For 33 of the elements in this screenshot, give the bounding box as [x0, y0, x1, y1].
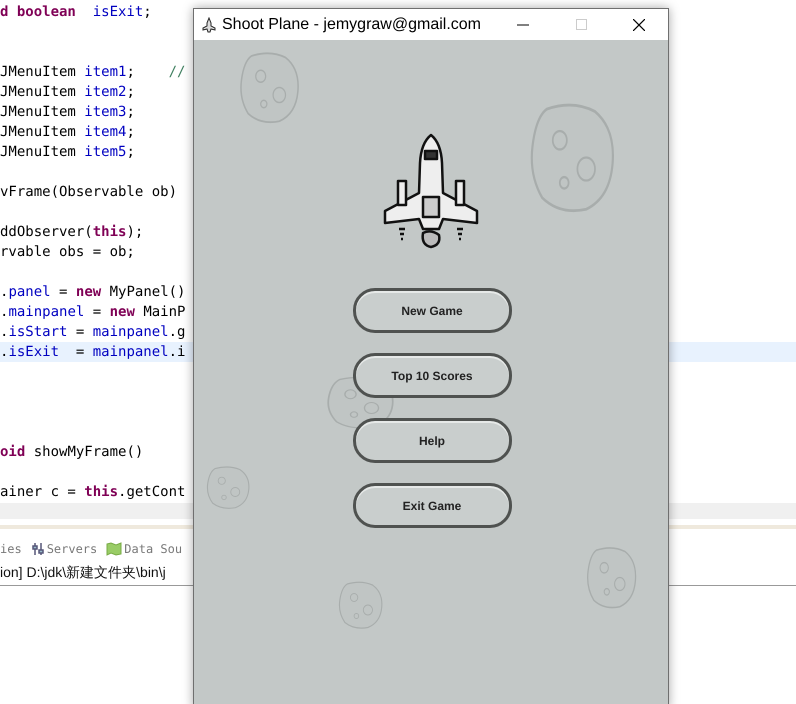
code-line: oid showMyFrame() [0, 444, 144, 460]
view-tab[interactable]: ies [0, 542, 22, 556]
window-title: Shoot Plane - jemygraw@gmail.com [222, 16, 482, 34]
close-icon [633, 18, 645, 30]
code-line: .panel = new MyPanel() [0, 284, 186, 300]
code-line: rvable obs = ob; [0, 244, 135, 260]
code-line: .isStart = mainpanel.g [0, 324, 186, 340]
minimize-icon [517, 24, 529, 26]
asteroid-drawing [206, 465, 251, 510]
code-line: JMenuItem item3; [0, 104, 135, 120]
code-line: JMenuItem item5; [0, 144, 135, 160]
code-line: vFrame(Observable ob) [0, 184, 178, 200]
menu-button[interactable]: Help [352, 418, 512, 463]
code-line: ainer c = this.getCont [0, 484, 186, 500]
code-line: .mainpanel = new MainP [0, 304, 186, 320]
code-line: JMenuItem item4; [0, 124, 135, 140]
code-line: JMenuItem item1; // [0, 64, 186, 80]
asteroid-drawing [338, 580, 384, 630]
maximize-icon [576, 19, 586, 30]
code-line: JMenuItem item2; [0, 84, 135, 100]
asteroid-drawing [586, 545, 638, 610]
code-line: .isExit = mainpanel.i [0, 344, 186, 360]
code-line: d boolean isExit; [0, 4, 152, 20]
map-icon [106, 542, 122, 556]
menu-button[interactable]: New Game [352, 288, 512, 333]
console-text: ion] D:\jdk\新建文件夹\bin\j [0, 564, 166, 582]
view-tab[interactable]: Servers [30, 542, 98, 556]
view-tab[interactable]: Data Sou [106, 542, 182, 556]
menu-button[interactable]: Exit Game [352, 483, 512, 528]
plane-icon [202, 16, 216, 32]
servers-icon [30, 542, 45, 556]
code-line: ddObserver(this); [0, 224, 144, 240]
menu-button[interactable]: Top 10 Scores [352, 353, 512, 398]
